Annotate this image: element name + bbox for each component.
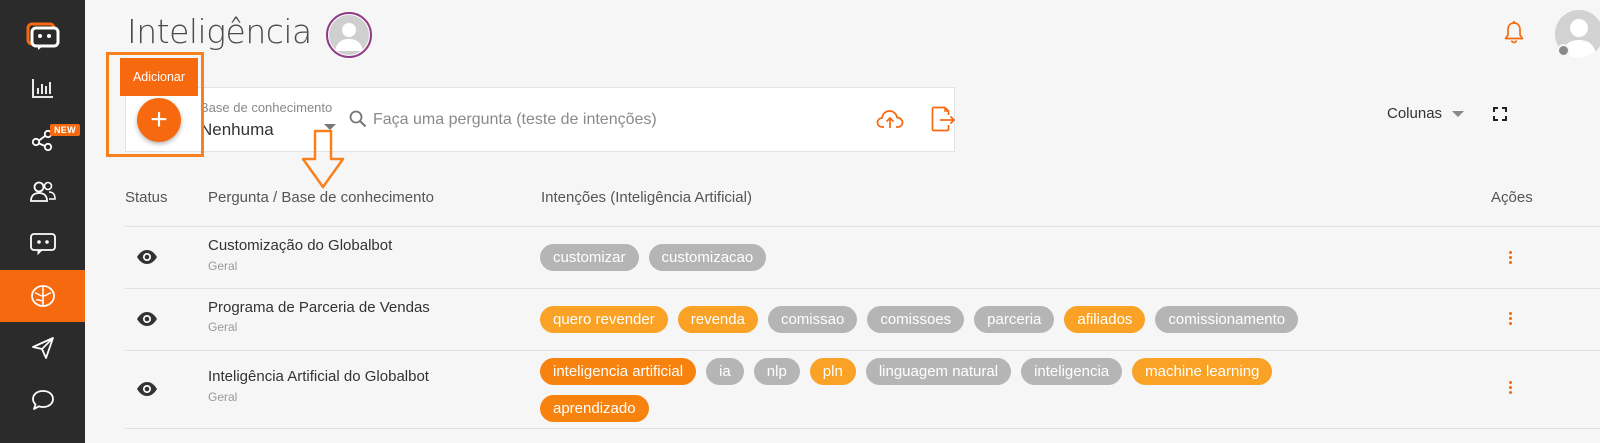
- intent-chips: inteligencia artificial ia nlp pln lingu…: [540, 358, 1390, 422]
- column-header-actions: Ações: [1491, 189, 1533, 206]
- brain-icon: [30, 285, 55, 307]
- intent-chip[interactable]: comissionamento: [1155, 306, 1299, 333]
- knowledge-base-select[interactable]: Nenhuma: [200, 120, 274, 140]
- intent-chip[interactable]: afiliados: [1064, 306, 1146, 333]
- sidebar-item-integrations[interactable]: NEW: [0, 114, 85, 166]
- sidebar-item-send[interactable]: [0, 322, 85, 374]
- upload-button[interactable]: [876, 107, 904, 136]
- intelligence-avatar: [326, 12, 372, 58]
- kebab-dot: [1509, 312, 1512, 315]
- intent-chip[interactable]: customizacao: [648, 244, 767, 271]
- intent-chip[interactable]: quero revender: [540, 306, 668, 333]
- row-divider: [125, 428, 1600, 429]
- intent-chip[interactable]: linguagem natural: [865, 358, 1012, 385]
- sidebar-item-reports[interactable]: [0, 62, 85, 114]
- arrow-down-icon: [301, 129, 345, 189]
- knowledge-base-name: Geral: [208, 320, 238, 334]
- sidebar-item-users[interactable]: [0, 166, 85, 218]
- intent-chip[interactable]: aprendizado: [540, 395, 649, 422]
- user-silhouette-icon: [329, 15, 369, 55]
- down-arrow-annotation: [300, 129, 346, 194]
- kebab-dot: [1509, 386, 1512, 389]
- sidebar: NEW: [0, 0, 85, 443]
- eye-icon: [137, 250, 157, 264]
- knowledge-base-label: Base de conhecimento: [200, 100, 333, 115]
- intent-chip[interactable]: comissao: [767, 306, 858, 333]
- question-title[interactable]: Inteligência Artificial do Globalbot: [208, 368, 429, 385]
- chat-bubble-icon: [31, 390, 54, 410]
- chat-bot-icon: [29, 233, 56, 256]
- intent-chip[interactable]: pln: [809, 358, 856, 385]
- visibility-toggle[interactable]: [136, 311, 158, 332]
- column-header-intents[interactable]: Intenções (Inteligência Artificial): [541, 189, 752, 206]
- kebab-dot: [1509, 251, 1512, 254]
- kebab-dot: [1509, 322, 1512, 325]
- question-title[interactable]: Programa de Parceria de Vendas: [208, 299, 430, 316]
- search-input[interactable]: [373, 108, 843, 132]
- columns-dropdown[interactable]: Colunas: [1387, 105, 1465, 122]
- intent-chip[interactable]: machine learning: [1132, 358, 1273, 385]
- notifications-button[interactable]: [1503, 20, 1525, 49]
- row-divider: [125, 226, 1600, 227]
- kebab-dot: [1509, 261, 1512, 264]
- fullscreen-icon: [1493, 107, 1507, 121]
- question-title[interactable]: Customização do Globalbot: [208, 237, 392, 254]
- visibility-toggle[interactable]: [136, 381, 158, 402]
- eye-icon: [137, 382, 157, 396]
- kebab-dot: [1509, 256, 1512, 259]
- chatbot-logo-icon: [26, 22, 59, 50]
- sidebar-item-bots[interactable]: [0, 218, 85, 270]
- intent-chip[interactable]: inteligencia artificial: [540, 358, 697, 385]
- knowledge-base-name: Geral: [208, 259, 238, 273]
- paper-plane-icon: [31, 337, 54, 359]
- column-header-status[interactable]: Status: [125, 189, 168, 206]
- intent-chip[interactable]: nlp: [753, 358, 800, 385]
- row-actions-button[interactable]: [1509, 312, 1513, 327]
- intent-chip[interactable]: revenda: [677, 306, 758, 333]
- kebab-dot: [1509, 317, 1512, 320]
- row-divider: [125, 288, 1600, 289]
- knowledge-base-name: Geral: [208, 390, 238, 404]
- bell-icon: [1504, 21, 1524, 44]
- sidebar-item-chat[interactable]: [0, 374, 85, 426]
- kebab-dot: [1509, 381, 1512, 384]
- kebab-dot: [1509, 391, 1512, 394]
- intent-chips: quero revender revenda comissao comissoe…: [540, 306, 1390, 333]
- row-divider: [125, 350, 1600, 351]
- chevron-down-icon: [1452, 110, 1465, 117]
- intent-chip[interactable]: customizar: [540, 244, 639, 271]
- bar-chart-icon: [31, 79, 53, 98]
- users-icon: [29, 181, 56, 202]
- user-status-indicator: [1557, 44, 1570, 57]
- main-content: Inteligência Base de conhecimento Nenhum…: [85, 0, 1600, 443]
- sidebar-item-intelligence[interactable]: [0, 270, 85, 322]
- columns-label: Colunas: [1387, 105, 1443, 122]
- eye-icon: [137, 312, 157, 326]
- intent-chip[interactable]: parceria: [974, 306, 1055, 333]
- new-badge: NEW: [50, 124, 80, 136]
- page-title: Inteligência: [127, 12, 312, 51]
- intent-chip[interactable]: ia: [706, 358, 744, 385]
- file-export-icon: [931, 106, 956, 132]
- export-button[interactable]: [930, 106, 956, 137]
- add-tooltip: Adicionar: [120, 58, 198, 96]
- search-icon: [349, 110, 367, 133]
- column-header-question[interactable]: Pergunta / Base de conhecimento: [208, 189, 434, 206]
- row-actions-button[interactable]: [1509, 381, 1513, 396]
- visibility-toggle[interactable]: [136, 249, 158, 270]
- row-actions-button[interactable]: [1509, 251, 1513, 266]
- intent-chip[interactable]: comissoes: [867, 306, 965, 333]
- intent-chip[interactable]: inteligencia: [1021, 358, 1123, 385]
- fullscreen-button[interactable]: [1493, 107, 1507, 126]
- cloud-upload-icon: [876, 110, 904, 128]
- logo-button[interactable]: [0, 10, 85, 62]
- intent-chips: customizar customizacao: [540, 244, 1390, 271]
